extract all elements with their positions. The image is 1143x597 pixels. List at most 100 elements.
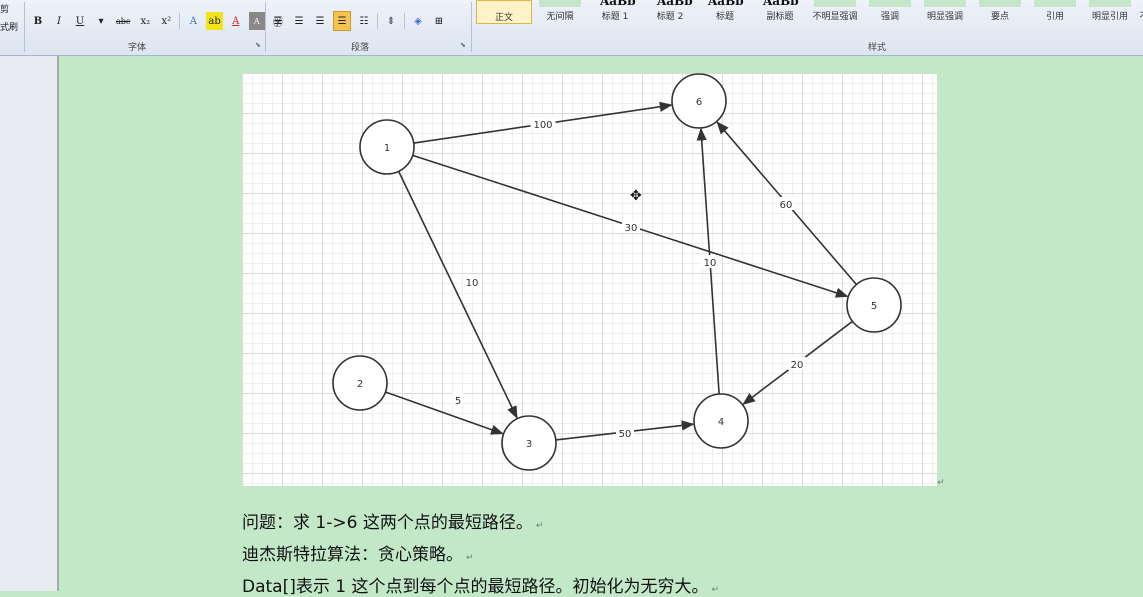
justify-icon[interactable]: ☰ [333, 11, 351, 31]
superscript-button[interactable]: x² [158, 12, 174, 30]
edge-weight-label: 10 [466, 278, 479, 289]
align-center-icon[interactable]: ☰ [291, 12, 307, 30]
graph-image[interactable]: 100 10 30 5 50 10 60 20 1 2 3 4 5 6 [242, 73, 937, 486]
style-label: 副标题 [766, 12, 794, 22]
style-preview: AaBb [763, 0, 799, 8]
edge-weight-label: 10 [704, 258, 717, 269]
style-label: 不明显强调 [812, 12, 858, 22]
separator [377, 13, 378, 29]
edge-weight-label: 50 [619, 429, 632, 440]
nodes-layer: 1 2 3 4 5 6 [332, 73, 902, 471]
style-label: 无间隔 [546, 12, 574, 22]
style-title[interactable]: AaBb 标题 [698, 0, 752, 24]
style-subtitle[interactable]: AaBb 副标题 [753, 0, 807, 24]
paragraph-group-label: 段落 [351, 43, 370, 53]
doc-line[interactable]: Data[]表示 1 这个点到每个点的最短路径。初始化为无穷大。 ↵ [242, 572, 719, 597]
strikethrough-button[interactable]: abc [114, 12, 132, 30]
separator [179, 13, 181, 29]
doc-line[interactable]: 迪杰斯特拉算法：贪心策略。 ↵ [242, 540, 474, 565]
style-swatch [979, 0, 1021, 7]
style-heading-1[interactable]: AaBb 标题 1 [588, 0, 642, 24]
style-more[interactable]: 不 [1138, 0, 1143, 24]
style-label: 要点 [990, 12, 1009, 22]
style-preview: AaBb [600, 0, 636, 8]
format-painter-label[interactable]: 式刷 [0, 20, 18, 33]
edge-1-3 [397, 170, 518, 419]
style-intense-quote[interactable]: 明显引用 [1083, 0, 1137, 24]
graph-node-label: 3 [526, 439, 532, 450]
style-intense-emphasis[interactable]: 明显强调 [918, 0, 972, 24]
cut-label[interactable]: 剪 [0, 2, 9, 15]
style-heading-2[interactable]: AaBb 标题 2 [643, 0, 697, 24]
char-shading-icon[interactable]: A [248, 12, 265, 30]
edge-weight-label: 60 [780, 200, 793, 211]
style-emphasis[interactable]: 强调 [863, 0, 917, 24]
font-format-row: B I U ▾ abc x₂ x² A ab A A ㊫ [30, 10, 286, 32]
underline-dropdown-icon[interactable]: ▾ [93, 12, 109, 30]
style-swatch [1034, 0, 1076, 7]
style-swatch [869, 0, 911, 7]
style-label: 标题 2 [656, 12, 684, 22]
paragraph-mark: ↵ [535, 521, 544, 531]
left-margin [0, 56, 57, 591]
doc-text: 问题：求 1->6 这两个点的最短路径。 [242, 513, 533, 533]
line-spacing-icon[interactable]: ⇕ [383, 12, 399, 30]
page-edge [57, 56, 59, 591]
style-preview: AaBb [708, 0, 744, 8]
style-swatch [924, 0, 966, 7]
doc-text: Data[]表示 1 这个点到每个点的最短路径。初始化为无穷大。 [242, 577, 709, 597]
paragraph-row: ☰ ☰ ☰ ☰ ☷ ⇕ ◈ ⊞ [270, 10, 447, 32]
graph-node-label: 1 [384, 143, 390, 154]
style-label: 明显引用 [1091, 12, 1128, 22]
paragraph-mark: ↵ [937, 478, 945, 488]
edge-weight-label: 5 [455, 396, 461, 407]
graph-node-label: 6 [696, 97, 702, 108]
edge-weight-label: 100 [533, 120, 552, 131]
highlight-color-icon[interactable]: ab [206, 12, 223, 30]
font-color-icon[interactable]: A [228, 12, 244, 30]
bold-button[interactable]: B [30, 12, 46, 30]
font-dialog-launcher-icon[interactable]: ⬊ [255, 41, 261, 49]
align-right-icon[interactable]: ☰ [312, 12, 328, 30]
style-no-spacing[interactable]: 无间隔 [533, 0, 587, 24]
align-left-icon[interactable]: ☰ [270, 12, 286, 30]
style-label: 标题 [715, 12, 734, 22]
doc-line[interactable]: 问题：求 1->6 这两个点的最短路径。 ↵ [242, 508, 543, 533]
style-swatch [1089, 0, 1131, 7]
graph-node-label: 4 [718, 417, 724, 428]
style-swatch [814, 0, 856, 7]
style-label: 引用 [1045, 12, 1064, 22]
distributed-icon[interactable]: ☷ [356, 12, 372, 30]
edge-weight-label: 30 [625, 223, 638, 234]
style-quote[interactable]: 引用 [1028, 0, 1082, 24]
paragraph-dialog-launcher-icon[interactable]: ⬊ [460, 41, 466, 49]
shading-icon[interactable]: ◈ [410, 12, 426, 30]
style-label: 标题 1 [601, 12, 629, 22]
underline-button[interactable]: U [72, 12, 88, 30]
style-strong[interactable]: 要点 [973, 0, 1027, 24]
separator [404, 13, 405, 29]
style-label: 不 [1138, 9, 1143, 22]
borders-icon[interactable]: ⊞ [431, 12, 447, 30]
group-divider [265, 2, 266, 52]
edge-weight-label: 20 [791, 360, 804, 371]
style-subtle-emphasis[interactable]: 不明显强调 [808, 0, 862, 24]
style-normal[interactable]: 正文 [476, 0, 532, 24]
clipboard-group: 剪 式刷 [0, 0, 22, 55]
edges-layer: 100 10 30 5 50 10 60 20 [385, 101, 858, 441]
text-effect-icon[interactable]: A [185, 12, 201, 30]
font-group-label: 字体 [128, 43, 147, 53]
group-divider [24, 2, 25, 52]
styles-group-label: 样式 [868, 43, 887, 53]
edge-2-3 [385, 391, 504, 435]
doc-text: 迪杰斯特拉算法：贪心策略。 [242, 545, 463, 565]
style-label: 明显强调 [926, 12, 963, 22]
styles-gallery: 正文 无间隔 AaBb 标题 1 AaBb 标题 2 AaBb 标题 AaBb … [476, 0, 1143, 36]
graph-node-label: 2 [357, 379, 363, 390]
style-swatch [539, 0, 581, 7]
italic-button[interactable]: I [51, 12, 67, 30]
paragraph-mark: ↵ [466, 553, 474, 563]
move-cursor-icon: ✥ [630, 188, 642, 204]
subscript-button[interactable]: x₂ [137, 12, 153, 30]
graph-diagram: 100 10 30 5 50 10 60 20 1 2 3 4 5 6 [332, 73, 902, 471]
